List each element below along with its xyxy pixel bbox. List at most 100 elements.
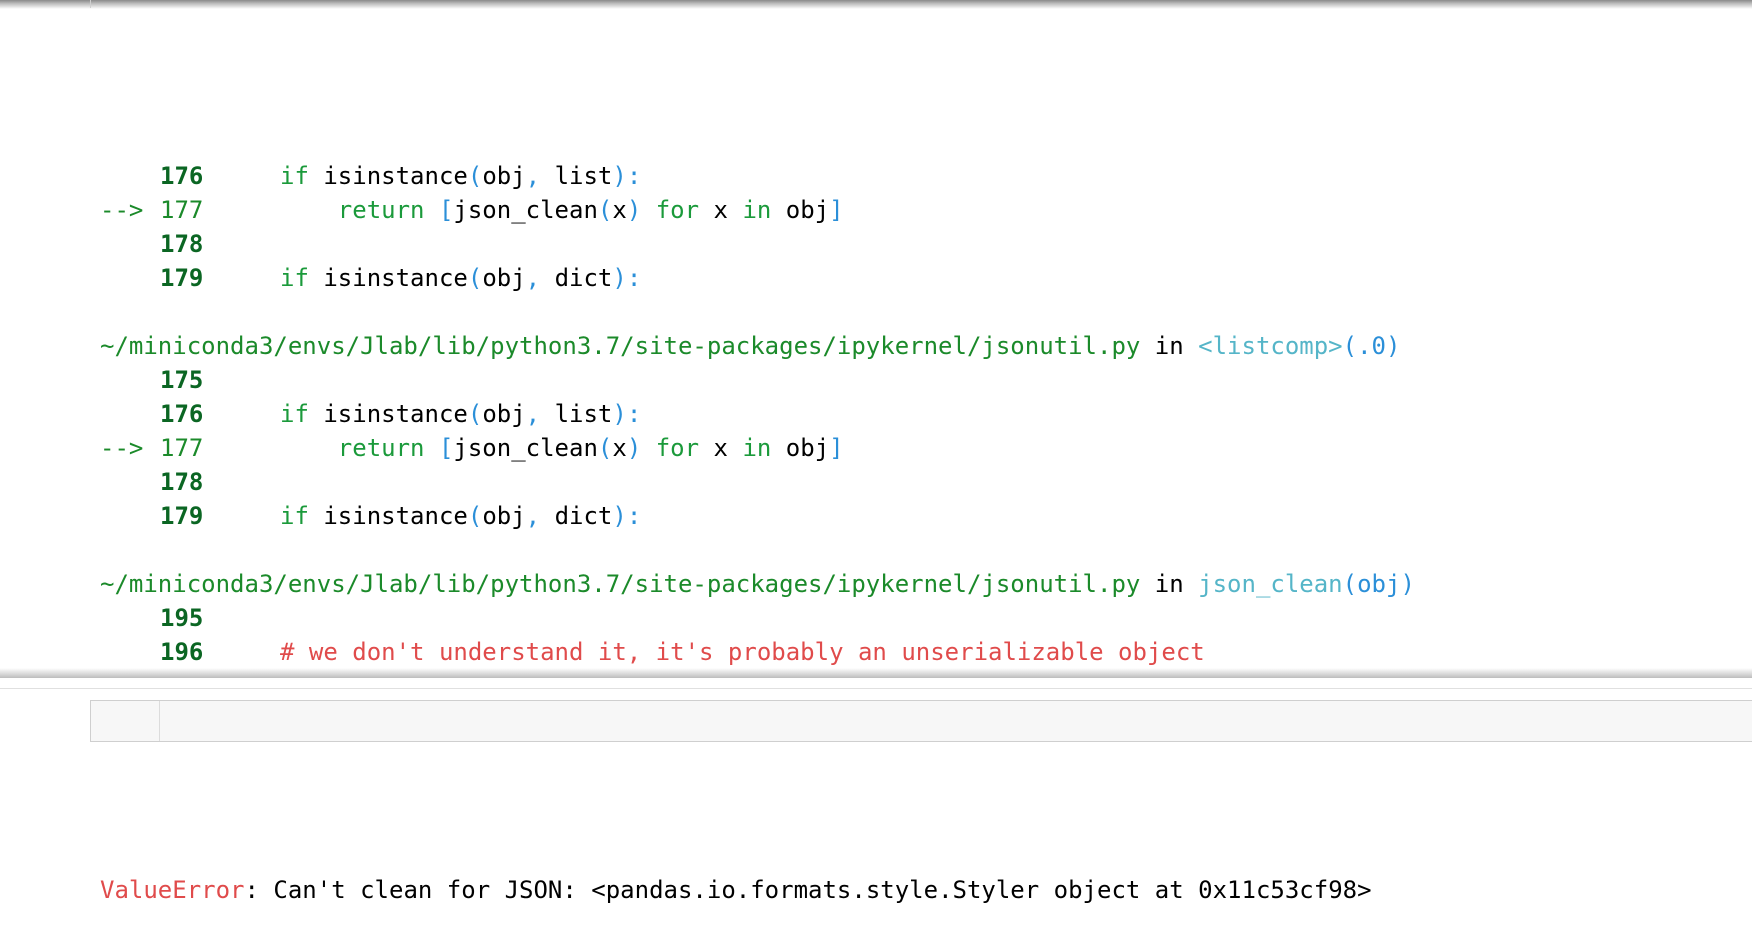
cell-gutter-line [90,0,91,8]
code-token: dict [540,264,613,292]
line-number: 195 [160,604,204,632]
frame-file-path[interactable]: ~/miniconda3/envs/Jlab/lib/python3.7/sit… [100,332,1140,360]
line-number: 175 [169,83,212,91]
code-token: , [525,264,541,292]
code-token: list [540,400,613,428]
code-token: if [280,400,309,428]
frame-function-name: json_clean [1198,570,1343,598]
cell-separator [0,688,1752,689]
code-token: ( [467,502,483,530]
code-token: : [626,502,642,530]
code-token: ) [612,264,627,292]
line-number: 175 [160,366,204,394]
line-number: 178 [160,468,204,496]
code-token: obj [482,162,526,190]
code-token: isinstance [308,162,468,190]
code-token: : [626,400,642,428]
cell-bottom-shadow [0,668,1752,678]
code-token: : [626,264,642,292]
error-line: ValueError: Can't clean for JSON: <panda… [100,873,1740,907]
code-token: in [742,196,772,224]
error-name: ValueError [100,876,245,904]
code-token: ) [612,502,627,530]
frame-function-args: (obj) [1342,570,1415,598]
traceback-output: 175 176if isinstance(obj, list):-->177 r… [100,15,1740,941]
code-line: --> 177 return [json_clean(x) for x in ob… [100,431,1740,465]
code-line: 176 if isinstance(obj, list): [100,159,1740,193]
code-token: ) [626,196,642,224]
code-token: , [525,162,541,190]
code-token: dict [540,502,613,530]
code-token: ] [829,196,844,224]
code-token: ) [626,434,642,462]
code-token: return [280,196,425,224]
current-line-arrow: --> [100,434,144,462]
partial-line: 175 [100,83,1740,91]
code-token: x [612,434,627,462]
next-code-cell[interactable] [90,700,1752,742]
frame-file-path[interactable]: ~/miniconda3/envs/Jlab/lib/python3.7/sit… [100,570,1140,598]
frame-function-args: (.0) [1342,332,1401,360]
code-token: json_clean [453,434,598,462]
code-token: json_clean [453,196,598,224]
code-line: 196 # we don't understand it, it's probab… [100,635,1740,669]
code-token: obj [482,264,526,292]
code-line: 179 if isinstance(obj, dict): [100,499,1740,533]
code-token: for [655,434,700,462]
current-line-arrow: --> [100,196,144,224]
code-token: x [612,196,627,224]
code-token: ) [612,162,627,190]
frame-in-keyword: in [1140,570,1199,598]
code-token: obj [482,400,526,428]
traceback-frames: 176 if isinstance(obj, list): --> 177 retur… [100,159,1740,703]
code-token: if [280,264,309,292]
code-token: : [626,162,642,190]
code-token: ( [597,196,613,224]
line-number: 196 [160,638,204,666]
line-number: 179 [160,264,204,292]
code-token: ) [612,400,627,428]
code-token: x [699,196,743,224]
line-number: 176 [160,400,204,428]
frame-in-keyword: in [1140,332,1199,360]
code-token: list [540,162,613,190]
code-token: isinstance [308,400,468,428]
code-token: ( [467,400,483,428]
code-token: if [280,502,309,530]
next-cell-prompt-gutter [91,701,160,741]
code-token: , [525,502,541,530]
code-token: obj [482,502,526,530]
code-token: for [655,196,700,224]
code-line: 195 [100,601,1740,635]
code-token: ] [829,434,844,462]
line-number: 177 [160,434,204,462]
code-token: obj [771,196,830,224]
code-line: 178 [100,227,1740,261]
code-token: if [280,162,309,190]
code-token: [ [438,196,454,224]
cell-top-shadow [0,0,1752,9]
frame-header: ~/miniconda3/envs/Jlab/lib/python3.7/sit… [100,567,1740,601]
code-line: 175 [100,363,1740,397]
frame-header: ~/miniconda3/envs/Jlab/lib/python3.7/sit… [100,329,1740,363]
code-line: --> 177 return [json_clean(x) for x in ob… [100,193,1740,227]
error-message: : Can't clean for JSON: <pandas.io.forma… [244,876,1372,904]
code-token: return [280,434,425,462]
frame-function-name: <listcomp> [1198,332,1343,360]
code-token: isinstance [308,502,468,530]
code-token: in [742,434,772,462]
code-token: # we don't understand it, it's probably … [280,638,1205,666]
code-token: isinstance [308,264,468,292]
code-line: 176 if isinstance(obj, list): [100,397,1740,431]
code-line: 178 [100,465,1740,499]
code-token: x [699,434,743,462]
code-token: ( [597,434,613,462]
code-token: [ [438,434,454,462]
